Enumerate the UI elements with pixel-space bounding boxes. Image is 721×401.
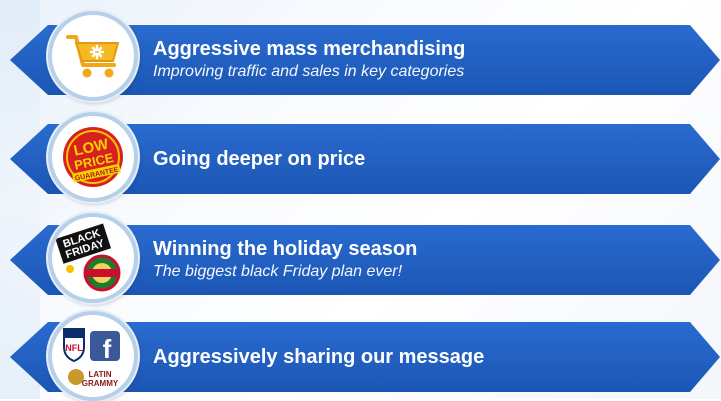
item-title: Aggressively sharing our message [153, 346, 485, 368]
item-text: Aggressively sharing our message [153, 322, 484, 392]
low-price-guarantee-icon: LOW PRICE GUARANTEE [48, 112, 138, 202]
item-title: Going deeper on price [153, 148, 366, 170]
item-text: Going deeper on price [153, 124, 365, 194]
item-text: Winning the holiday season The biggest b… [153, 225, 417, 295]
item-text: Aggressive mass merchandising Improving … [153, 25, 465, 95]
black-friday-icon: BLACK FRIDAY [48, 213, 138, 303]
badge-text-facebook: f [103, 334, 112, 364]
item-title: Winning the holiday season [153, 238, 418, 260]
badge-text-grammy: GRAMMY [82, 379, 119, 388]
slide: Aggressive mass merchandising Improving … [0, 0, 721, 401]
item-subtitle: Improving traffic and sales in key categ… [153, 63, 465, 80]
nfl-facebook-latin-grammy-icon: NFL f LATIN GRAMMY [48, 311, 138, 401]
badge-text-latin: LATIN [89, 370, 112, 379]
item-title: Aggressive mass merchandising [153, 38, 466, 60]
badge-text-nfl: NFL [65, 343, 83, 353]
shopping-cart-icon [48, 11, 138, 101]
item-subtitle: The biggest black Friday plan ever! [153, 263, 403, 280]
